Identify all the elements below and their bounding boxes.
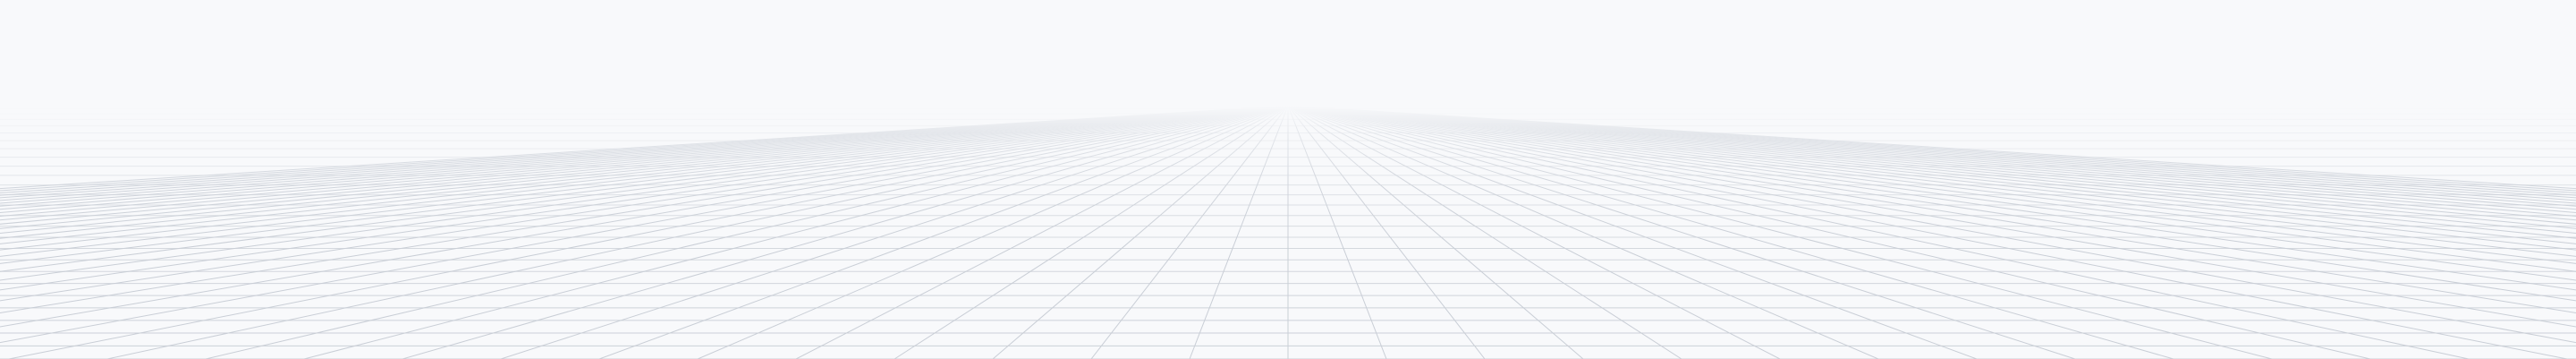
grid-converging-line [1287, 105, 1781, 359]
grid-converging-line [1287, 105, 2568, 359]
grid-lines [0, 105, 2576, 359]
grid-converging-line [1287, 105, 1682, 359]
grid-converging-line [1287, 105, 1387, 359]
grid-converging-line [1287, 105, 2076, 359]
grid-converging-line [894, 105, 1289, 359]
grid-floor [0, 105, 2576, 359]
grid-converging-line [1287, 105, 1486, 359]
grid-converging-line [500, 105, 1289, 359]
grid-converging-line [8, 105, 1289, 359]
grid-converging-line [1090, 105, 1289, 359]
perspective-grid-background [0, 0, 2576, 359]
grid-converging-line [795, 105, 1289, 359]
grid-converging-line [1189, 105, 1289, 359]
